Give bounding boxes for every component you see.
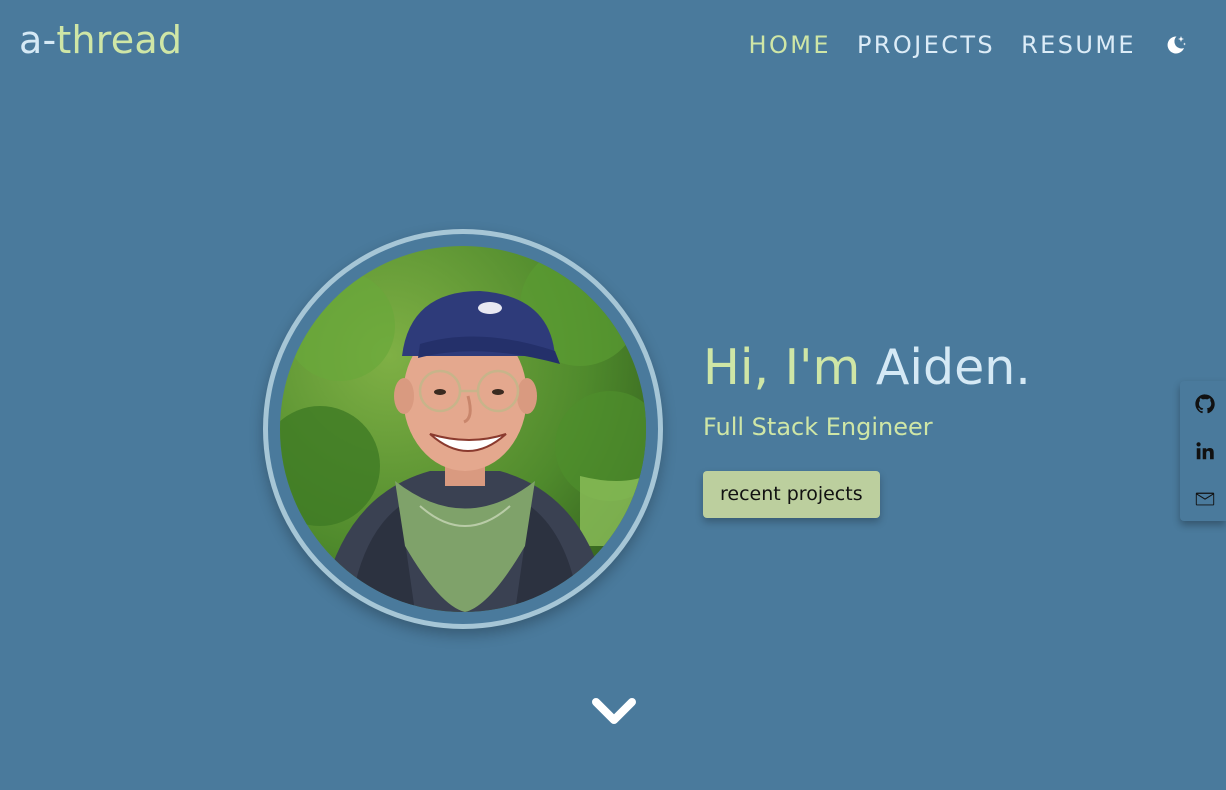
logo-name: thread bbox=[56, 18, 183, 62]
scroll-down-button[interactable] bbox=[590, 694, 638, 728]
moon-stars-icon bbox=[1167, 36, 1186, 54]
greeting-name: Aiden. bbox=[875, 339, 1031, 396]
recent-projects-button[interactable]: recent projects bbox=[703, 471, 880, 518]
theme-toggle-button[interactable] bbox=[1162, 32, 1188, 58]
profile-photo-illustration bbox=[280, 246, 646, 612]
main-nav: HOME PROJECTS RESUME bbox=[749, 26, 1188, 64]
profile-photo bbox=[280, 246, 646, 612]
nav-resume[interactable]: RESUME bbox=[1021, 26, 1136, 64]
email-icon bbox=[1195, 492, 1215, 506]
linkedin-icon bbox=[1196, 442, 1214, 460]
greeting-prefix: Hi, I'm bbox=[703, 339, 876, 396]
social-sidebar bbox=[1180, 381, 1226, 521]
email-link[interactable] bbox=[1194, 488, 1216, 510]
hero-text: Hi, I'm Aiden. Full Stack Engineer recen… bbox=[703, 336, 1031, 518]
github-icon bbox=[1195, 394, 1215, 414]
linkedin-link[interactable] bbox=[1194, 440, 1216, 462]
logo-prefix: a- bbox=[19, 18, 57, 62]
portrait-frame bbox=[263, 229, 663, 629]
nav-home[interactable]: HOME bbox=[749, 26, 831, 64]
hero-greeting: Hi, I'm Aiden. bbox=[703, 336, 1031, 400]
page: a-thread HOME PROJECTS RESUME Hi, I'm Ai… bbox=[0, 0, 1226, 790]
hero-subtitle: Full Stack Engineer bbox=[703, 413, 933, 441]
chevron-down-icon bbox=[592, 698, 636, 724]
site-logo[interactable]: a-thread bbox=[19, 14, 182, 66]
github-link[interactable] bbox=[1194, 393, 1216, 415]
nav-projects[interactable]: PROJECTS bbox=[857, 26, 995, 64]
